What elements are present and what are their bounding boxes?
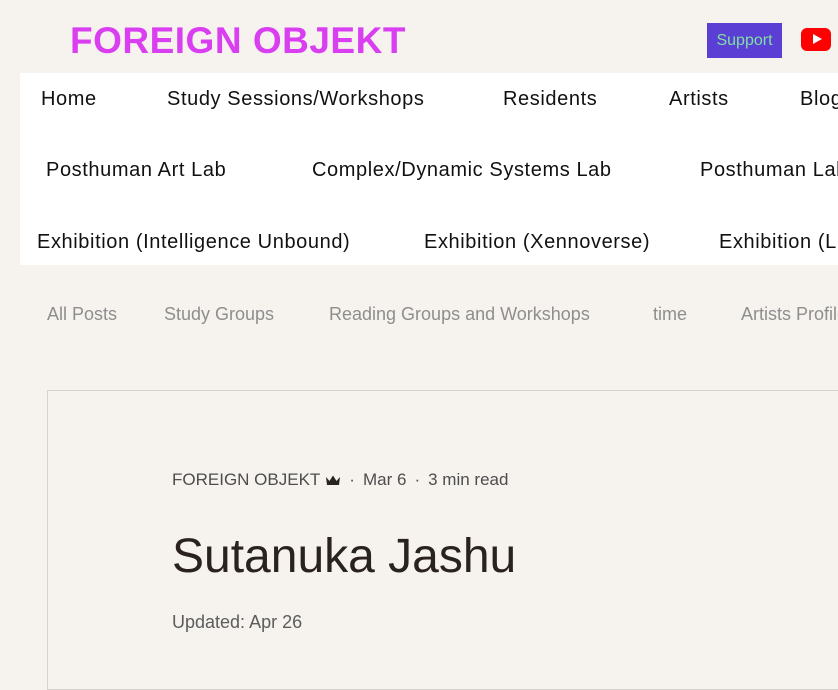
crown-icon	[326, 475, 341, 485]
post-updated: Updated: Apr 26	[172, 612, 303, 632]
support-button[interactable]: Support	[707, 23, 782, 58]
nav-item-exhibition-intelligence-unbound[interactable]: Exhibition (Intelligence Unbound)	[37, 232, 350, 252]
post-meta: FOREIGN OBJEKT · Mar 6 · 3 min read	[172, 471, 508, 488]
filter-time[interactable]: time	[653, 305, 687, 323]
nav-item-posthuman-lab[interactable]: Posthuman Lab	[700, 160, 838, 180]
filter-study-groups[interactable]: Study Groups	[164, 305, 274, 323]
nav-item-blog[interactable]: Blog	[800, 89, 838, 109]
main-nav: Home Study Sessions/Workshops Residents …	[20, 73, 838, 265]
nav-item-study-sessions[interactable]: Study Sessions/Workshops	[167, 89, 424, 109]
post-read-time: 3 min read	[428, 470, 509, 489]
nav-item-residents[interactable]: Residents	[503, 89, 597, 109]
filter-artists-profile[interactable]: Artists Profile	[741, 305, 838, 323]
nav-item-home[interactable]: Home	[41, 89, 97, 109]
meta-separator: ·	[414, 470, 421, 489]
filter-all-posts[interactable]: All Posts	[47, 305, 117, 323]
post-title: Sutanuka Jashu	[172, 530, 517, 583]
site-title[interactable]: FOREIGN OBJEKT	[70, 22, 406, 59]
filter-reading-groups[interactable]: Reading Groups and Workshops	[329, 305, 590, 323]
meta-separator: ·	[349, 470, 355, 489]
youtube-icon[interactable]	[801, 28, 831, 51]
nav-item-posthuman-art-lab[interactable]: Posthuman Art Lab	[46, 160, 226, 180]
post-date: Mar 6	[362, 470, 407, 489]
nav-item-exhibition-l[interactable]: Exhibition (L	[719, 232, 837, 252]
nav-item-exhibition-xennoverse[interactable]: Exhibition (Xennoverse)	[424, 232, 650, 252]
post-author[interactable]: FOREIGN OBJEKT	[172, 471, 320, 488]
nav-item-artists[interactable]: Artists	[669, 89, 729, 109]
nav-item-complex-systems-lab[interactable]: Complex/Dynamic Systems Lab	[312, 160, 612, 180]
